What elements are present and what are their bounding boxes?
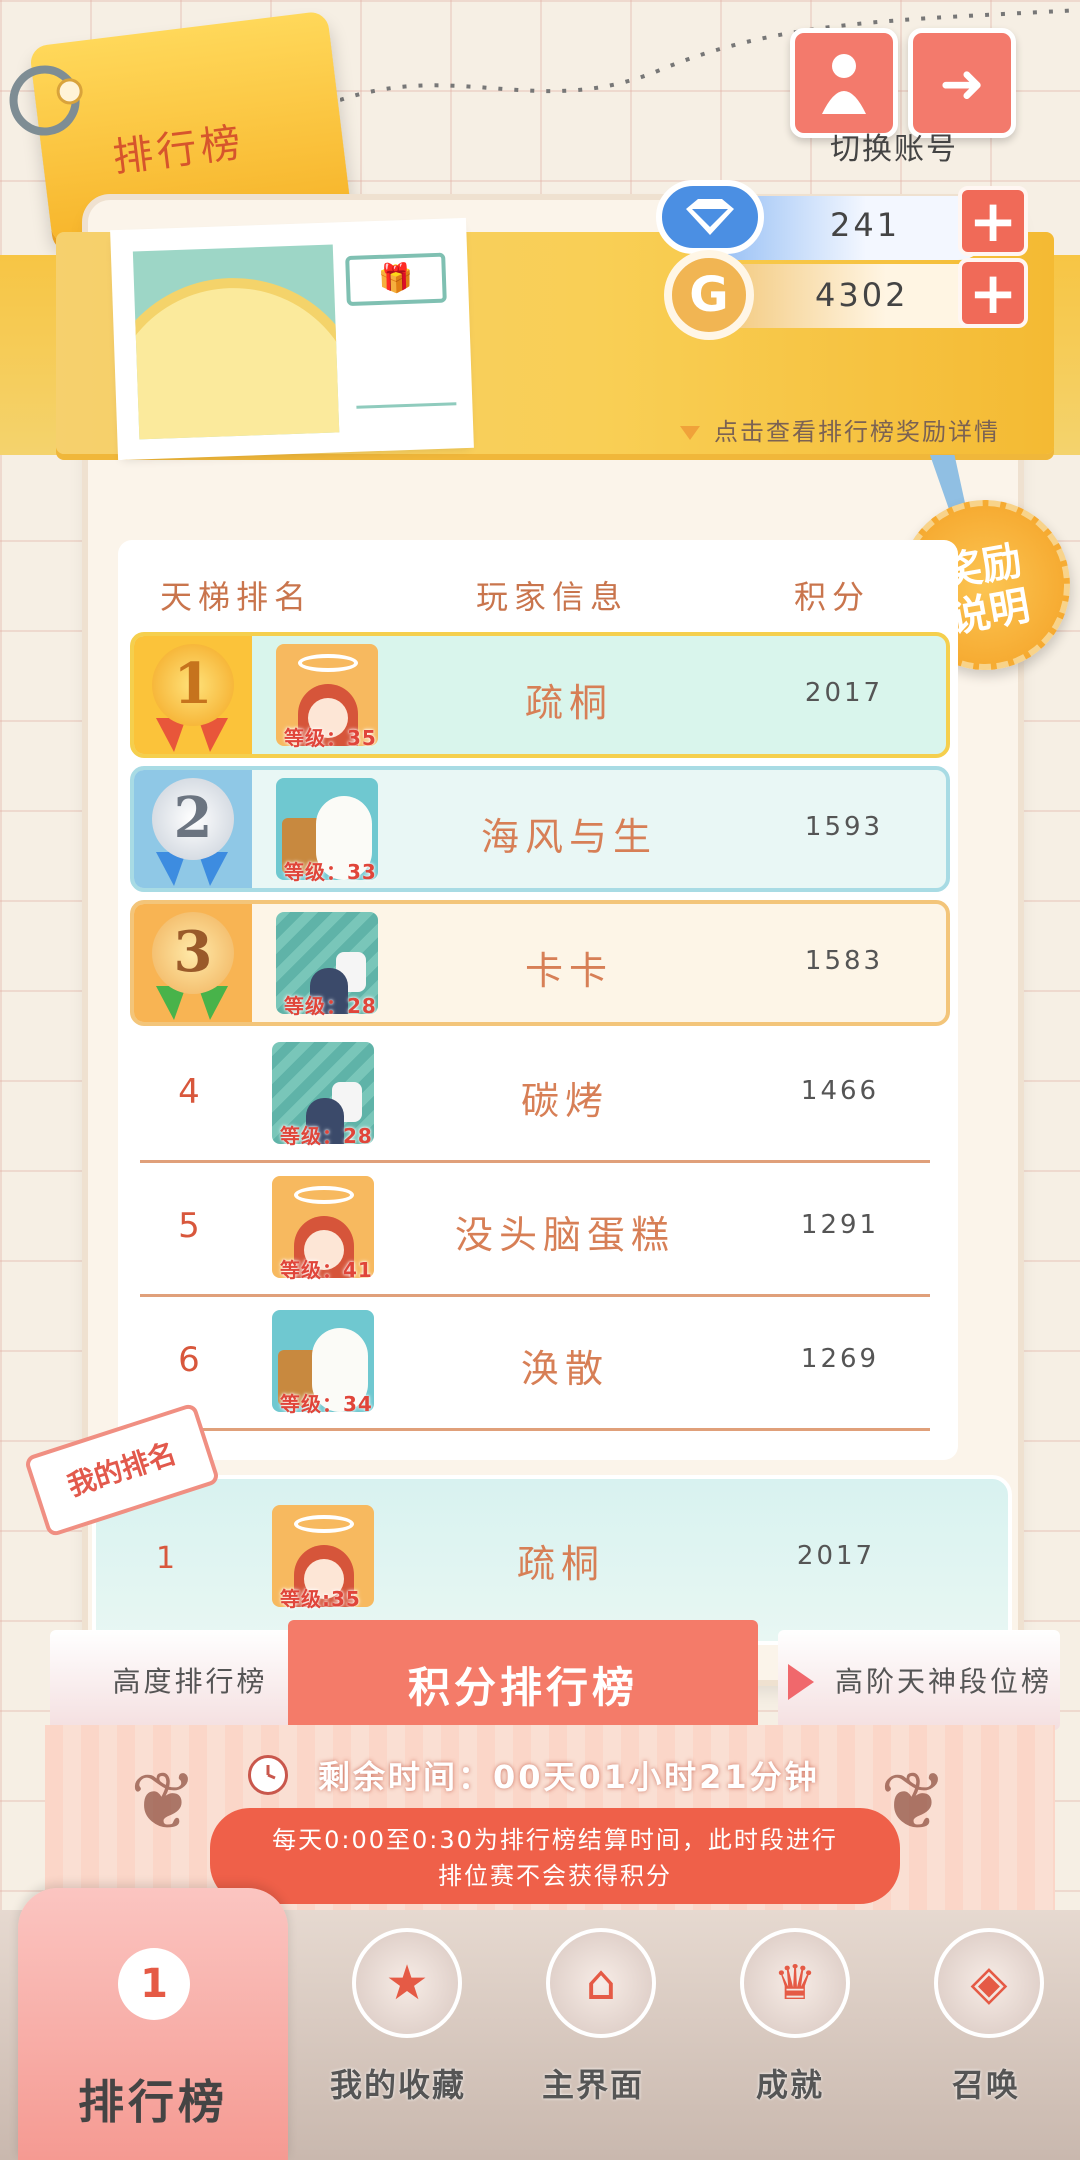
rank-number: 5 xyxy=(178,1206,200,1246)
player-name: 疏桐 xyxy=(524,681,613,725)
table-row[interactable]: 1 等级：35 疏桐 2017 xyxy=(130,632,950,758)
clock-icon xyxy=(248,1755,288,1795)
table-row[interactable]: 4 等级：28 碳烤 1466 xyxy=(130,1034,950,1160)
user-icon xyxy=(790,28,898,138)
player-score: 1593 xyxy=(804,812,884,842)
player-name: 没头脑蛋糕 xyxy=(454,1213,675,1257)
arrow-right-icon: ➜ xyxy=(908,28,1016,138)
player-level: 等级：41 xyxy=(280,1258,373,1282)
player-level: 等级：28 xyxy=(284,994,377,1018)
header-rank: 天梯排名 xyxy=(160,578,313,616)
my-name: 疏桐 xyxy=(516,1542,605,1586)
rank-number: 6 xyxy=(178,1340,200,1380)
stamp-line xyxy=(356,402,457,409)
player-level: 等级：34 xyxy=(280,1392,373,1416)
home-icon[interactable]: ⌂ xyxy=(546,1928,656,2038)
bronze-medal-icon: 3 xyxy=(152,912,234,994)
arrow-right-icon[interactable] xyxy=(788,1664,814,1700)
gold-count: 4302 xyxy=(815,276,909,314)
player-name: 卡卡 xyxy=(524,949,613,993)
gold-coin-icon: G xyxy=(664,250,754,340)
player-level: 等级：28 xyxy=(280,1124,373,1148)
table-row[interactable]: 6 等级：34 涣散 1269 xyxy=(130,1302,950,1428)
rank-medal-box: 2 xyxy=(134,770,252,888)
laurel-left-icon: ❦ xyxy=(130,1755,198,1848)
silver-medal-icon: 2 xyxy=(152,778,234,860)
header-score: 积分 xyxy=(794,578,871,616)
gift-icon: 🎁 xyxy=(345,252,447,307)
player-level: 等级：33 xyxy=(284,860,377,884)
nav-summon[interactable]: 召唤 xyxy=(952,2060,1020,2106)
rank-number: 4 xyxy=(178,1072,200,1112)
gem-count: 241 xyxy=(830,206,901,244)
trophy-icon[interactable]: ♛ xyxy=(740,1928,850,2038)
player-name: 海风与生 xyxy=(480,815,657,859)
nav-favorites[interactable]: 我的收藏 xyxy=(330,2060,466,2106)
rank-medal-box: 3 xyxy=(134,904,252,1022)
player-score: 2017 xyxy=(804,678,884,708)
rank-badge-icon: 1 xyxy=(118,1948,190,2020)
nav-home[interactable]: 主界面 xyxy=(542,2060,644,2106)
nav-leaderboard[interactable]: 1 排行榜 xyxy=(18,1888,288,2160)
triangle-down-icon xyxy=(680,426,700,440)
row-divider xyxy=(140,1294,930,1297)
my-rank-number: 1 xyxy=(156,1541,176,1576)
gold-medal-icon: 1 xyxy=(152,644,234,726)
page-title: 排行榜 xyxy=(110,119,247,182)
player-score: 1291 xyxy=(800,1210,880,1240)
table-row[interactable]: 5 等级：41 没头脑蛋糕 1291 xyxy=(130,1168,950,1294)
table-row[interactable]: 2 等级：33 海风与生 1593 xyxy=(130,766,950,892)
nav-achievements[interactable]: 成就 xyxy=(756,2060,824,2106)
player-name: 碳烤 xyxy=(520,1079,609,1123)
header-player: 玩家信息 xyxy=(476,578,629,616)
table-row[interactable]: 3 等级：28 卡卡 1583 xyxy=(130,900,950,1026)
my-level: 等级:35 xyxy=(280,1587,361,1611)
row-divider xyxy=(140,1428,930,1431)
diamond-icon xyxy=(656,180,764,254)
add-gold-button[interactable]: + xyxy=(958,258,1028,328)
rank-medal-box: 1 xyxy=(134,636,252,754)
stamp-image xyxy=(132,244,340,440)
player-score: 1269 xyxy=(800,1344,880,1374)
player-name: 涣散 xyxy=(520,1347,609,1391)
row-divider xyxy=(140,1160,930,1163)
player-score: 1466 xyxy=(800,1076,880,1106)
add-gems-button[interactable]: + xyxy=(958,186,1028,256)
player-level: 等级：35 xyxy=(284,726,377,750)
reward-details-label: 点击查看排行榜奖励详情 xyxy=(714,418,1000,446)
my-score: 2017 xyxy=(796,1541,876,1571)
tab-god-tier-ranking[interactable]: 高阶天神段位榜 xyxy=(778,1630,1060,1730)
season-stamp: 🎁 xyxy=(114,221,470,457)
remaining-time: 剩余时间：00天01小时21分钟 xyxy=(318,1758,820,1796)
switch-account-label: 切换账号 xyxy=(830,132,958,167)
player-score: 1583 xyxy=(804,946,884,976)
reward-details-link[interactable]: 点击查看排行榜奖励详情 xyxy=(680,412,1000,447)
nav-leaderboard-label: 排行榜 xyxy=(78,2075,228,2129)
star-icon[interactable]: ★ xyxy=(352,1928,462,2038)
settlement-notice: 每天0:00至0:30为排行榜结算时间，此时段进行 排位赛不会获得积分 xyxy=(210,1808,900,1904)
notice-line2: 排位赛不会获得积分 xyxy=(438,1862,672,1890)
summon-icon[interactable]: ◈ xyxy=(934,1928,1044,2038)
notice-line1: 每天0:00至0:30为排行榜结算时间，此时段进行 xyxy=(272,1826,838,1854)
